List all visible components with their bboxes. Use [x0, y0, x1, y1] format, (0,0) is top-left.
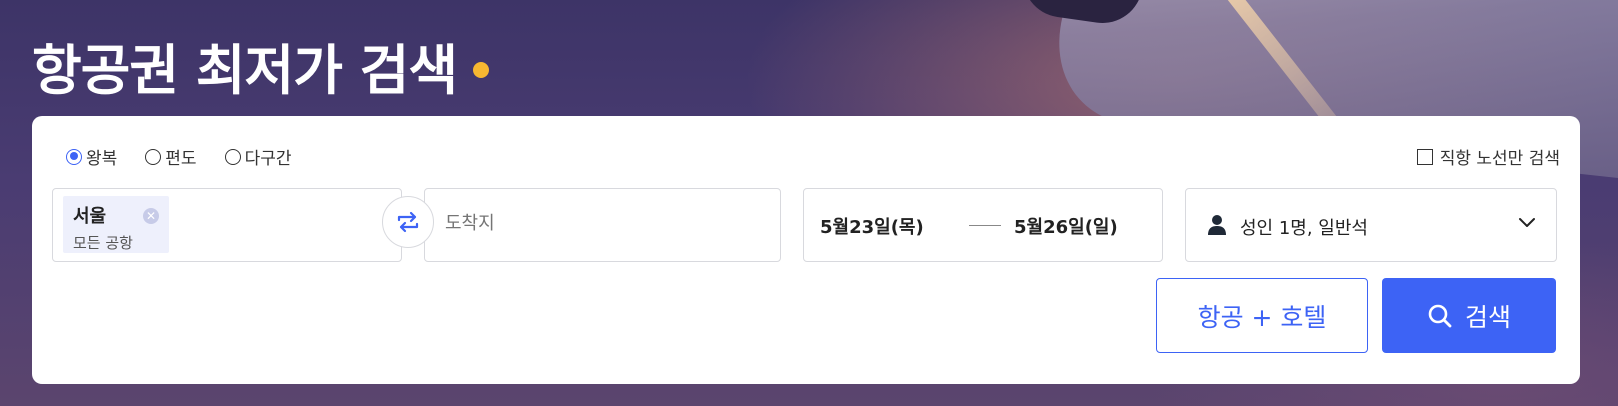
flight-search-card: 왕복 편도 다구간 직항 노선만 검색 서울 모든 공항 ✕ 5월23일(목) [32, 116, 1580, 384]
trip-type-label: 다구간 [244, 149, 292, 169]
swap-icon [397, 211, 419, 233]
search-button-label: 검색 [1464, 302, 1511, 332]
trip-type-group: 왕복 편도 다구간 [66, 144, 291, 169]
search-button[interactable]: 검색 [1382, 278, 1556, 353]
passenger-label: 성인 1명, 일반석 [1240, 218, 1368, 239]
passenger-selector[interactable]: 성인 1명, 일반석 [1185, 188, 1557, 262]
search-icon [1428, 304, 1452, 327]
trip-type-label: 편도 [165, 149, 197, 169]
date-separator [969, 225, 1001, 226]
date-range-field[interactable]: 5월23일(목) 5월26일(일) [803, 188, 1163, 262]
return-date[interactable]: 5월26일(일) [1014, 213, 1118, 239]
chevron-down-icon[interactable] [1518, 217, 1536, 229]
radio-multi-city[interactable] [224, 148, 241, 165]
trip-type-multi-city[interactable]: 다구간 [224, 144, 292, 169]
trip-type-one-way[interactable]: 편도 [145, 144, 197, 169]
swap-button[interactable] [382, 196, 434, 248]
origin-field[interactable]: 서울 모든 공항 ✕ [52, 188, 402, 262]
flight-hotel-button[interactable]: 항공 + 호텔 [1156, 278, 1368, 353]
destination-input[interactable] [445, 213, 745, 234]
close-icon[interactable]: ✕ [143, 208, 159, 224]
direct-only-checkbox[interactable] [1416, 148, 1433, 165]
destination-field[interactable] [424, 188, 781, 262]
page-title: 항공권 최저가 검색 [32, 39, 458, 102]
direct-only-label: 직항 노선만 검색 [1439, 149, 1560, 169]
person-icon [1208, 215, 1226, 235]
origin-chip[interactable]: 서울 모든 공항 ✕ [63, 196, 169, 253]
trip-type-label: 왕복 [86, 149, 118, 169]
departure-date[interactable]: 5월23일(목) [820, 213, 924, 239]
trip-type-round-trip[interactable]: 왕복 [66, 144, 117, 169]
title-accent-dot [473, 62, 489, 78]
direct-only-toggle[interactable]: 직항 노선만 검색 [1416, 144, 1560, 169]
radio-one-way[interactable] [145, 148, 162, 165]
origin-airport: 모든 공항 [73, 234, 133, 252]
radio-round-trip[interactable] [66, 148, 82, 165]
